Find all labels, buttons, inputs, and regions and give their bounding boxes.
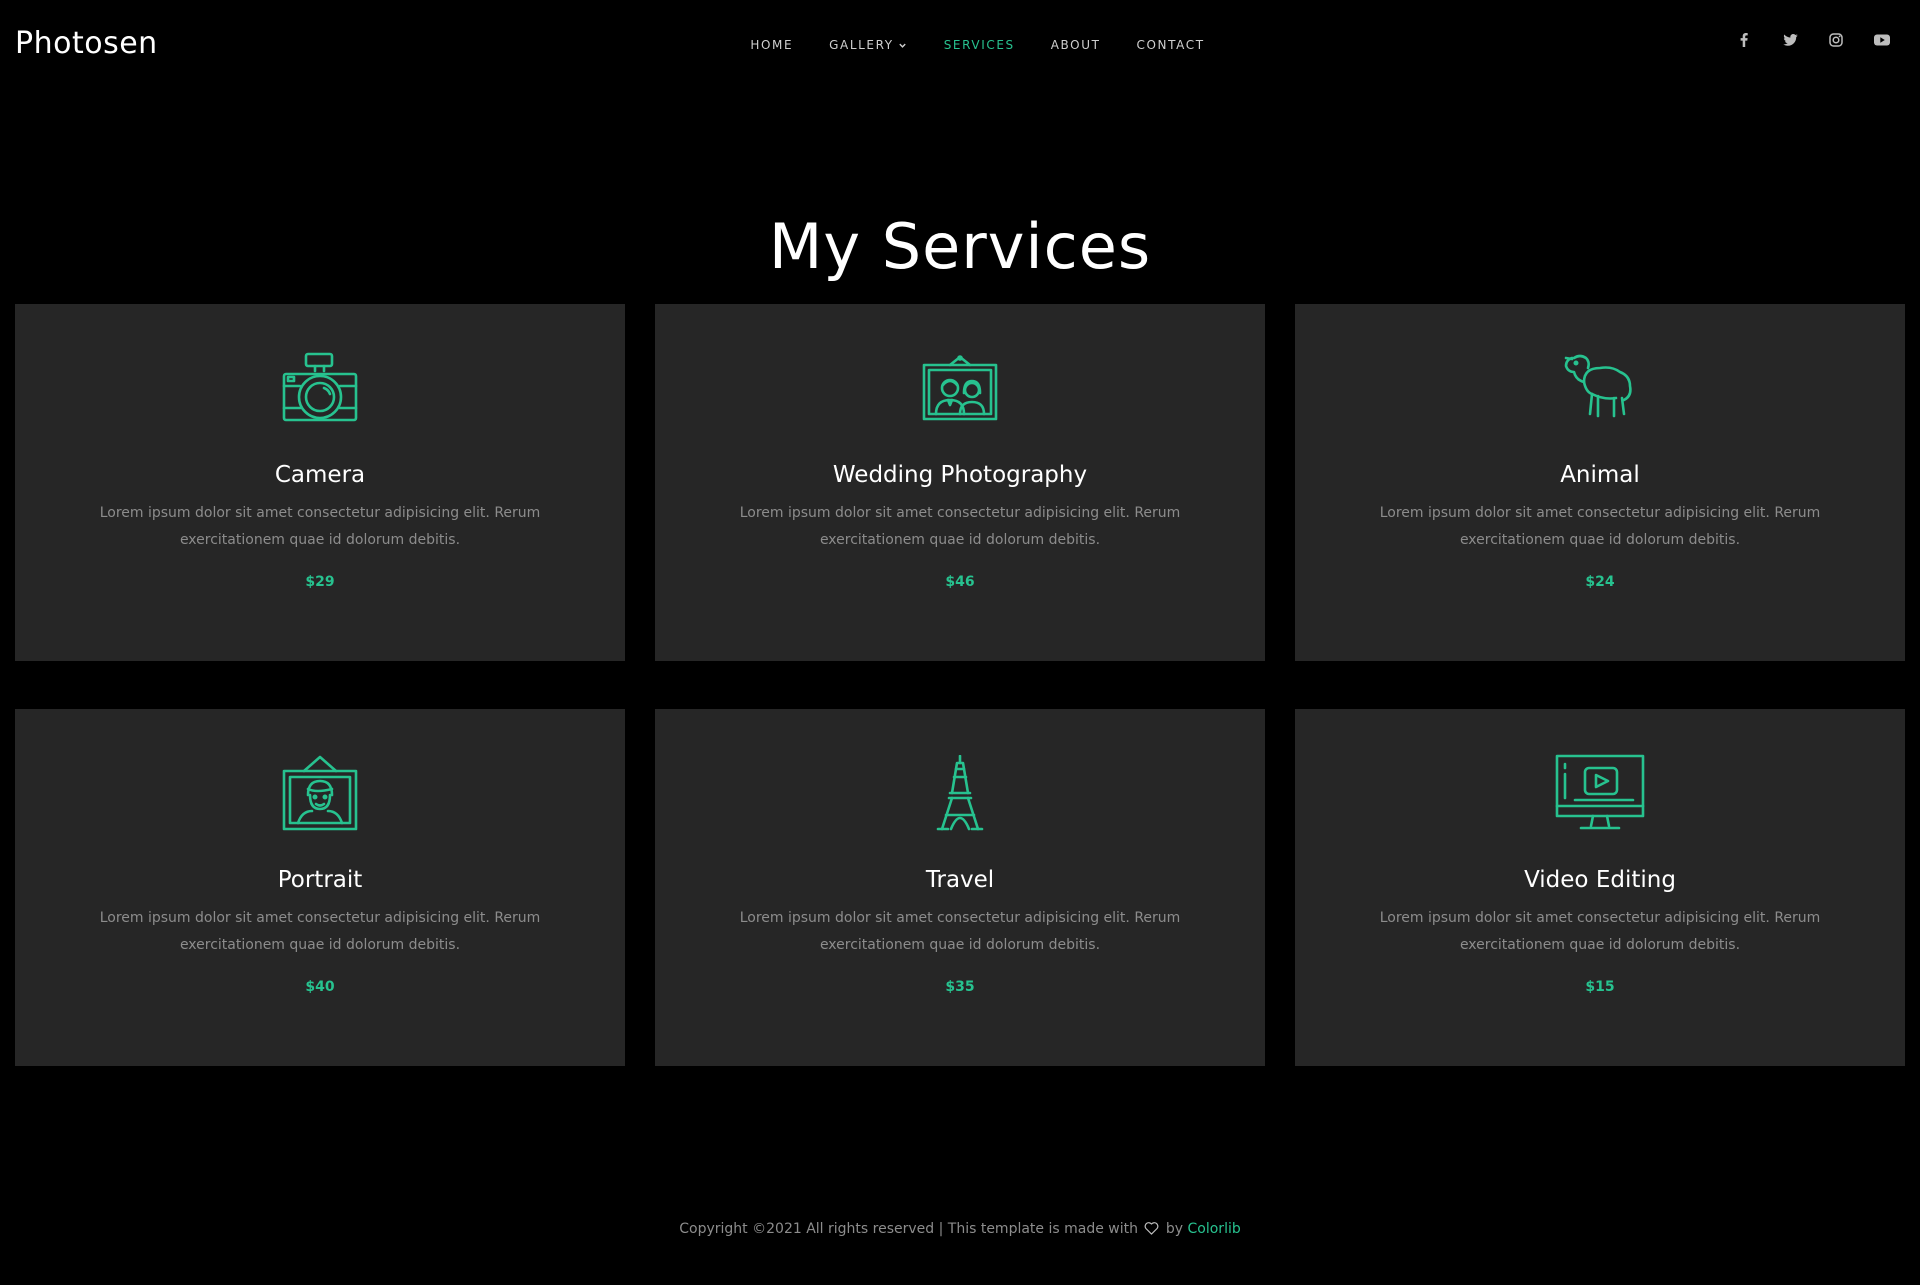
- service-description: Lorem ipsum dolor sit amet consectetur a…: [99, 910, 541, 953]
- service-price: $46: [945, 574, 975, 590]
- service-title: Video Editing: [1524, 867, 1676, 893]
- sheep-icon: [1295, 350, 1905, 426]
- social-links: [1736, 32, 1890, 48]
- nav-item-about[interactable]: ABOUT: [1051, 36, 1101, 54]
- footer-by-text: by: [1165, 1221, 1184, 1237]
- service-price: $24: [1585, 574, 1615, 590]
- chevron-down-icon: [898, 40, 908, 50]
- portrait-frame-icon: [15, 755, 625, 831]
- nav-item-contact[interactable]: CONTACT: [1137, 36, 1205, 54]
- page-title: My Services: [768, 209, 1152, 283]
- camera-icon: [15, 350, 625, 426]
- video-monitor-icon: [1295, 754, 1905, 831]
- nav-item-label: ABOUT: [1050, 38, 1101, 52]
- service-title: Portrait: [277, 867, 363, 893]
- colorlib-link[interactable]: Colorlib: [1188, 1221, 1241, 1237]
- service-description: Lorem ipsum dolor sit amet consectetur a…: [1379, 910, 1821, 953]
- facebook-icon[interactable]: [1736, 32, 1752, 48]
- copyright-text: Copyright ©2021 All rights reserved | Th…: [679, 1221, 1138, 1237]
- service-title: Wedding Photography: [832, 462, 1088, 488]
- service-description: Lorem ipsum dolor sit amet consectetur a…: [739, 910, 1181, 953]
- twitter-icon[interactable]: [1782, 32, 1798, 48]
- service-price: $15: [1585, 979, 1615, 995]
- service-price: $29: [305, 574, 335, 590]
- instagram-icon[interactable]: [1828, 32, 1844, 48]
- service-card-wedding-photography[interactable]: Wedding Photography Lorem ipsum dolor si…: [655, 304, 1265, 661]
- site-footer: Copyright ©2021 All rights reserved | Th…: [0, 1219, 1920, 1241]
- eiffel-tower-icon: [655, 755, 1265, 831]
- service-title: Camera: [274, 462, 366, 488]
- nav-item-label: HOME: [750, 38, 794, 52]
- service-card-travel[interactable]: Travel Lorem ipsum dolor sit amet consec…: [655, 709, 1265, 1066]
- nav-item-label: SERVICES: [943, 38, 1015, 52]
- nav-item-label: CONTACT: [1136, 38, 1205, 52]
- service-card-video-editing[interactable]: Video Editing Lorem ipsum dolor sit amet…: [1295, 709, 1905, 1066]
- service-title: Travel: [925, 867, 995, 893]
- wedding-couple-icon: [655, 350, 1265, 426]
- service-card-camera[interactable]: Camera Lorem ipsum dolor sit amet consec…: [15, 304, 625, 661]
- service-title: Animal: [1560, 462, 1640, 488]
- nav-item-services[interactable]: SERVICES: [944, 36, 1015, 54]
- youtube-icon[interactable]: [1874, 32, 1890, 48]
- services-grid: Camera Lorem ipsum dolor sit amet consec…: [15, 304, 1905, 1066]
- service-description: Lorem ipsum dolor sit amet consectetur a…: [1379, 505, 1821, 548]
- service-card-animal[interactable]: Animal Lorem ipsum dolor sit amet consec…: [1295, 304, 1905, 661]
- service-description: Lorem ipsum dolor sit amet consectetur a…: [739, 505, 1181, 548]
- service-price: $40: [305, 979, 335, 995]
- service-description: Lorem ipsum dolor sit amet consectetur a…: [99, 505, 541, 548]
- nav-item-label: GALLERY: [829, 38, 894, 52]
- heart-icon: [1144, 1221, 1159, 1241]
- service-price: $35: [945, 979, 975, 995]
- service-card-portrait[interactable]: Portrait Lorem ipsum dolor sit amet cons…: [15, 709, 625, 1066]
- nav-item-home[interactable]: HOME: [750, 36, 793, 54]
- nav-item-gallery[interactable]: GALLERY: [829, 36, 908, 54]
- main-nav: HOME GALLERY SERVICES ABOUT CONTACT: [0, 36, 1920, 54]
- site-header: Photosen HOME GALLERY SERVICES ABOUT CON…: [0, 0, 1920, 90]
